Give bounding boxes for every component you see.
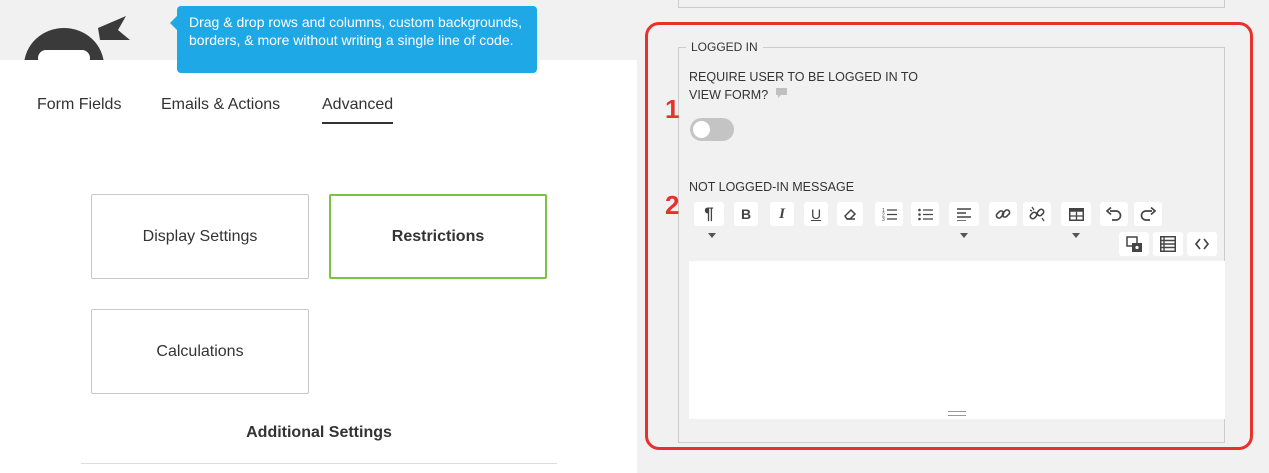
insert-media-button[interactable] (1119, 232, 1149, 256)
bold-icon: B (740, 206, 752, 222)
calculations-card[interactable]: Calculations (91, 309, 309, 394)
require-login-toggle[interactable] (690, 118, 734, 141)
align-left-icon (957, 207, 971, 221)
svg-text:3: 3 (882, 217, 885, 221)
unordered-list-button[interactable] (911, 202, 939, 226)
redo-button[interactable] (1134, 202, 1162, 226)
display-settings-card[interactable]: Display Settings (91, 194, 309, 279)
divider (81, 463, 557, 464)
toggle-knob (693, 121, 710, 138)
italic-button[interactable]: I (770, 202, 794, 226)
restrictions-card[interactable]: Restrictions (329, 194, 547, 279)
ordered-list-icon: 123 (882, 207, 897, 221)
eraser-icon (843, 207, 857, 221)
builder-main: Drag & drop rows and columns, custom bac… (0, 0, 637, 473)
tab-emails-actions[interactable]: Emails & Actions (161, 96, 280, 124)
chevron-down-icon[interactable] (1072, 233, 1080, 238)
require-login-label: REQUIRE USER TO BE LOGGED IN TO VIEW FOR… (689, 68, 949, 105)
redo-icon (1140, 207, 1156, 221)
additional-settings-heading: Additional Settings (246, 424, 392, 441)
align-button[interactable] (949, 202, 979, 226)
source-code-button[interactable] (1187, 232, 1217, 256)
chevron-down-icon[interactable] (708, 233, 716, 238)
unordered-list-icon (917, 207, 933, 221)
table-icon (1068, 207, 1084, 221)
undo-button[interactable] (1100, 202, 1128, 226)
paragraph-format-button[interactable]: ¶ (694, 202, 724, 226)
italic-icon: I (779, 205, 785, 222)
require-login-text: REQUIRE USER TO BE LOGGED IN TO VIEW FOR… (689, 70, 918, 102)
insert-content-button[interactable] (1153, 232, 1183, 256)
content-icon (1160, 236, 1176, 252)
tooltip-text: Drag & drop rows and columns, custom bac… (189, 14, 523, 48)
builder-tooltip: Drag & drop rows and columns, custom bac… (170, 6, 537, 73)
settings-drawer: LOGGED IN 1 2 REQUIRE USER TO BE LOGGED … (637, 0, 1269, 473)
ordered-list-button[interactable]: 123 (875, 202, 903, 226)
paragraph-icon: ¶ (704, 204, 714, 223)
code-icon (1195, 238, 1209, 250)
ninja-logo (14, 6, 132, 60)
restrictions-label: Restrictions (391, 227, 485, 245)
tooltip-arrow (170, 16, 177, 30)
bold-button[interactable]: B (734, 202, 758, 226)
table-button[interactable] (1061, 202, 1091, 226)
tab-advanced[interactable]: Advanced (322, 96, 394, 124)
callout-1: 1 (665, 94, 680, 124)
message-editor[interactable] (689, 261, 1225, 419)
editor-resize-handle[interactable] (948, 411, 966, 416)
tab-form-fields[interactable]: Form Fields (37, 96, 121, 124)
chevron-down-icon[interactable] (960, 233, 968, 238)
insert-link-button[interactable] (989, 202, 1017, 226)
help-icon[interactable] (775, 87, 787, 105)
undo-icon (1106, 207, 1122, 221)
display-settings-label: Display Settings (142, 227, 258, 245)
not-logged-in-message-label: NOT LOGGED-IN MESSAGE (689, 180, 855, 194)
clear-format-button[interactable] (837, 202, 863, 226)
unlink-icon (1029, 206, 1045, 222)
underline-icon: U (810, 206, 822, 222)
link-icon (995, 206, 1011, 222)
callout-2: 2 (665, 190, 680, 220)
remove-link-button[interactable] (1023, 202, 1051, 226)
fieldset-legend: LOGGED IN (686, 40, 763, 54)
previous-fieldset (678, 0, 1225, 8)
media-icon (1125, 235, 1143, 253)
underline-button[interactable]: U (804, 202, 828, 226)
calculations-label: Calculations (156, 342, 244, 360)
